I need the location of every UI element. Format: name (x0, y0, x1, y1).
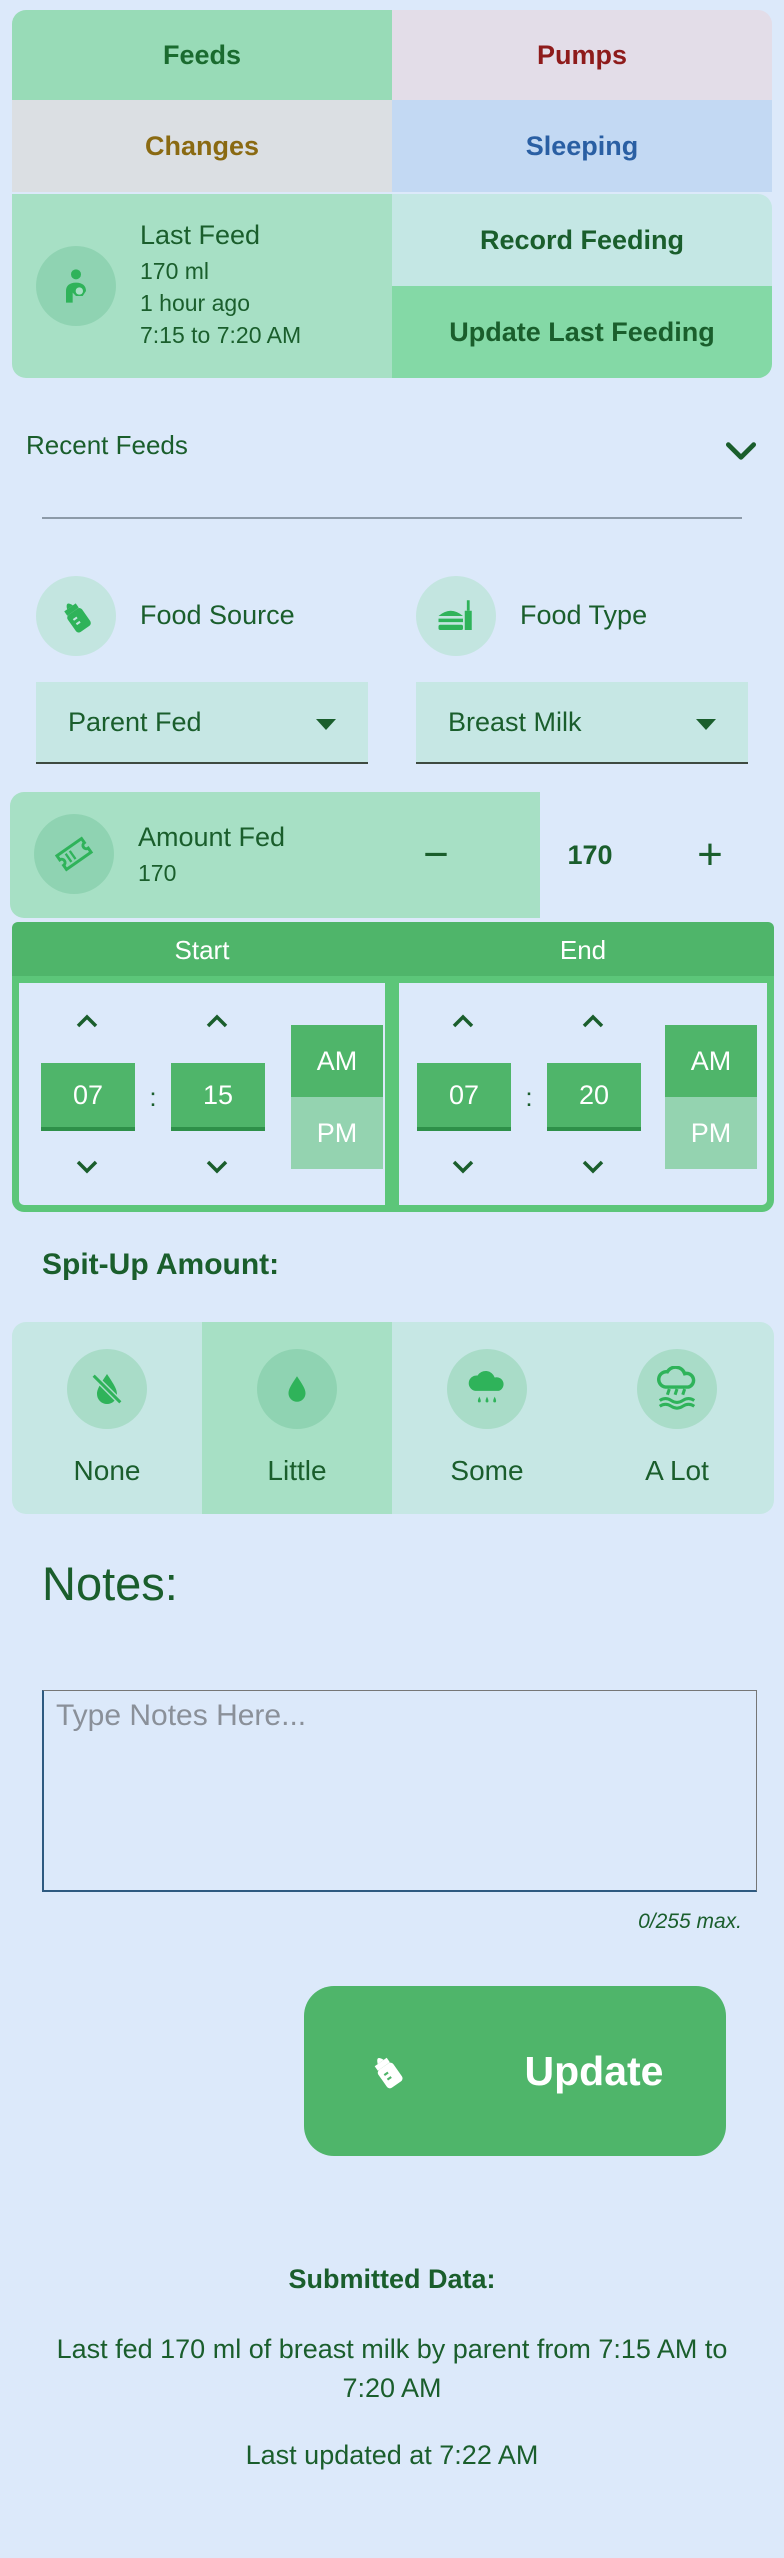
spit-up-option-label: Little (267, 1455, 327, 1486)
amount-fed-label: Amount Fed (138, 822, 286, 852)
recent-feeds-label[interactable]: Recent Feeds (26, 430, 188, 461)
food-source-select[interactable]: Parent Fed (36, 682, 368, 764)
hour-down-chevron-icon[interactable] (449, 1157, 477, 1177)
spit-up-label: Spit-Up Amount: (42, 1248, 280, 1281)
end-hour-field[interactable]: 07 (417, 1063, 511, 1131)
record-feeding-button[interactable]: Record Feeding (392, 194, 772, 286)
tab-pumps[interactable]: Pumps (392, 10, 772, 100)
spit-up-option-little[interactable]: Little (202, 1322, 392, 1514)
cloud-rain-icon (447, 1349, 527, 1429)
breastfeeding-icon (36, 246, 116, 326)
food-type-select[interactable]: Breast Milk (416, 682, 748, 764)
food-type-value: Breast Milk (448, 706, 582, 737)
spit-up-option-none[interactable]: None (12, 1322, 202, 1514)
update-button[interactable]: Update (304, 1986, 726, 2156)
end-pm-button[interactable]: PM (665, 1097, 757, 1169)
food-type-label: Food Type (520, 600, 648, 630)
start-time-picker: 07 : 15 AM PM (12, 976, 392, 1212)
fastfood-icon (416, 576, 496, 656)
minute-down-chevron-icon[interactable] (203, 1157, 231, 1177)
drop-icon (257, 1349, 337, 1429)
heavy-rain-icon (637, 1349, 717, 1429)
start-minute-field[interactable]: 15 (171, 1063, 265, 1131)
end-minute-field[interactable]: 20 (547, 1063, 641, 1131)
dropdown-caret-icon (696, 719, 716, 730)
spit-up-option-label: Some (450, 1455, 524, 1486)
update-last-feeding-button[interactable]: Update Last Feeding (392, 286, 772, 378)
hour-up-chevron-icon[interactable] (73, 1011, 101, 1031)
start-label: Start (174, 934, 230, 965)
notes-character-counter: 0/255 max. (638, 1910, 742, 1933)
submitted-text: Last fed 170 ml of breast milk by parent… (56, 2334, 728, 2403)
minute-down-chevron-icon[interactable] (579, 1157, 607, 1177)
decrement-button[interactable]: − (396, 815, 476, 895)
last-feed-title: Last Feed (140, 220, 261, 250)
food-source-label: Food Source (140, 600, 295, 630)
time-separator: : (525, 1081, 533, 1112)
start-pm-button[interactable]: PM (291, 1097, 383, 1169)
bottle-icon (362, 2046, 412, 2096)
submitted-title: Submitted Data: (288, 2264, 496, 2294)
start-am-button[interactable]: AM (291, 1025, 383, 1097)
increment-button[interactable]: + (670, 815, 750, 895)
start-hour-field[interactable]: 07 (41, 1063, 135, 1131)
spit-up-options: None Little Some A Lot (12, 1322, 774, 1514)
amount-fed-panel: Amount Fed 170 − (10, 792, 540, 918)
end-time-picker: 07 : 20 AM PM (392, 976, 774, 1212)
time-header: Start End (12, 922, 774, 978)
ticket-icon (34, 814, 114, 894)
last-feed-ago: 1 hour ago (140, 290, 250, 316)
dropdown-caret-icon (316, 719, 336, 730)
amount-value: 170 (567, 839, 613, 870)
spit-up-option-some[interactable]: Some (392, 1322, 582, 1514)
last-updated-text: Last updated at 7:22 AM (245, 2440, 539, 2470)
bottle-icon (36, 576, 116, 656)
food-source-value: Parent Fed (68, 706, 202, 737)
last-feed-card: Last Feed 170 ml 1 hour ago 7:15 to 7:20… (12, 194, 392, 378)
tab-sleeping[interactable]: Sleeping (392, 100, 772, 192)
hour-down-chevron-icon[interactable] (73, 1157, 101, 1177)
spit-up-option-a-lot[interactable]: A Lot (582, 1322, 772, 1514)
end-label: End (559, 934, 607, 965)
notes-input[interactable] (42, 1690, 757, 1892)
tab-feeds[interactable]: Feeds (12, 10, 392, 100)
time-separator: : (149, 1081, 157, 1112)
notes-title: Notes: (42, 1557, 178, 1610)
chevron-down-icon[interactable] (722, 432, 760, 470)
tab-changes[interactable]: Changes (12, 100, 392, 192)
minute-up-chevron-icon[interactable] (579, 1011, 607, 1031)
amount-fed-sub: 170 (138, 860, 177, 886)
last-feed-amount: 170 ml (140, 258, 210, 284)
minute-up-chevron-icon[interactable] (203, 1011, 231, 1031)
spit-up-option-label: None (73, 1455, 141, 1486)
last-feed-range: 7:15 to 7:20 AM (140, 322, 302, 348)
spit-up-option-label: A Lot (645, 1455, 709, 1486)
update-button-label: Update (524, 2047, 664, 2094)
no-drop-icon (67, 1349, 147, 1429)
end-am-button[interactable]: AM (665, 1025, 757, 1097)
hour-up-chevron-icon[interactable] (449, 1011, 477, 1031)
divider (42, 517, 742, 519)
